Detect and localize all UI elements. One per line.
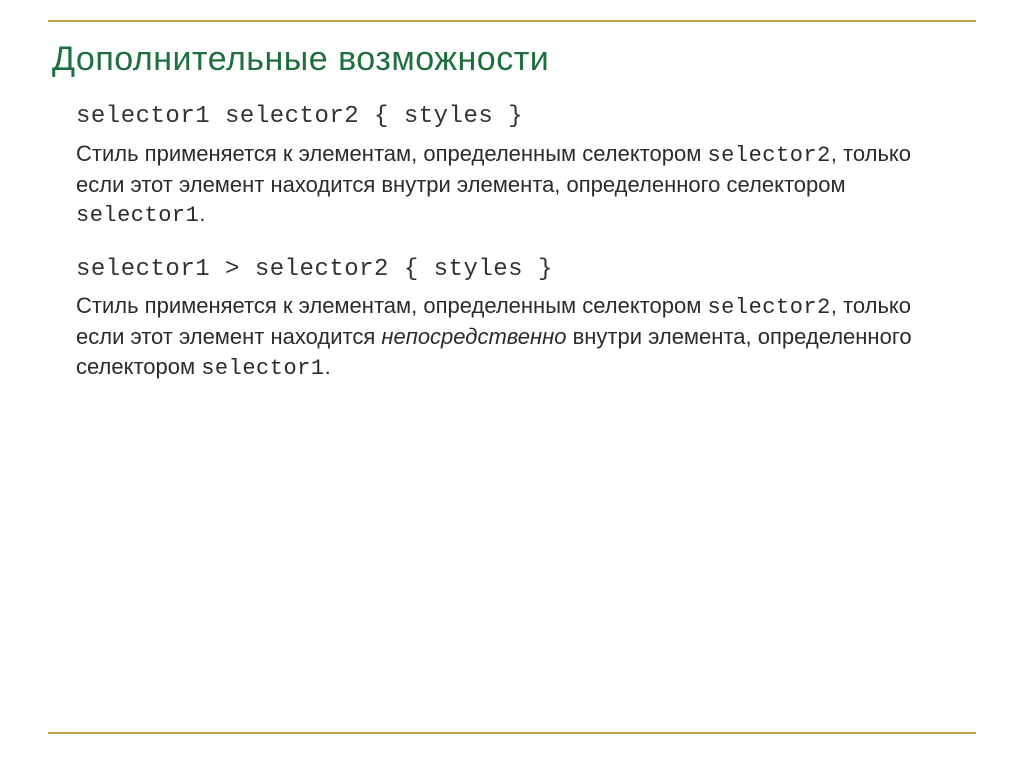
description-text: Стиль применяется к элементам, определен…: [76, 139, 956, 230]
slide-title: Дополнительные возможности: [52, 40, 976, 79]
content-block: selector1 > selector2 { styles } Стиль п…: [76, 254, 956, 383]
text-run-mono: selector2: [707, 295, 830, 320]
text-run: .: [325, 354, 331, 379]
slide: Дополнительные возможности selector1 sel…: [0, 0, 1024, 768]
text-run-italic: непосредственно: [381, 324, 566, 349]
bottom-divider: [48, 732, 976, 734]
top-divider: [48, 20, 976, 22]
text-run: Стиль применяется к элементам, определен…: [76, 141, 707, 166]
text-run-mono: selector2: [707, 143, 830, 168]
content-block: selector1 selector2 { styles } Стиль при…: [76, 101, 956, 230]
text-run-mono: selector1: [201, 356, 324, 381]
slide-content: selector1 selector2 { styles } Стиль при…: [76, 101, 956, 383]
description-text: Стиль применяется к элементам, определен…: [76, 291, 956, 382]
text-run: Стиль применяется к элементам, определен…: [76, 293, 707, 318]
text-run-mono: selector1: [76, 203, 199, 228]
code-line: selector1 selector2 { styles }: [76, 101, 956, 133]
code-line: selector1 > selector2 { styles }: [76, 254, 956, 286]
text-run: .: [199, 201, 205, 226]
